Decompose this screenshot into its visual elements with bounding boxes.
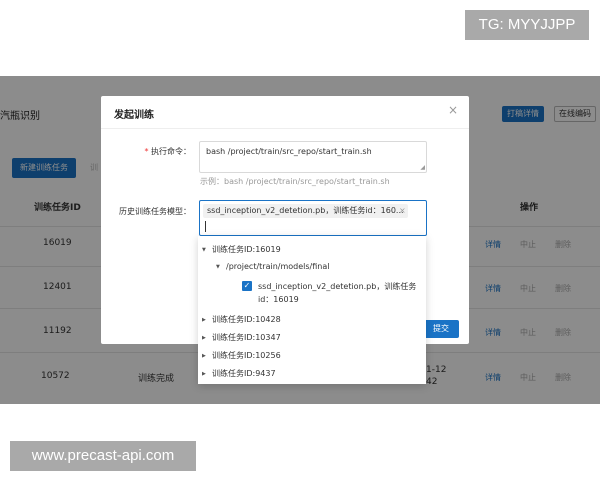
dialog-header-divider bbox=[101, 128, 469, 129]
tree-node-label: 训练任务ID:10256 bbox=[212, 351, 281, 360]
tree-leaf-label[interactable]: ssd_inception_v2_detetion.pb，训练任务id：1601… bbox=[258, 280, 418, 306]
tree-node-9437[interactable]: ▶ 训练任务ID:9437 bbox=[202, 368, 276, 379]
command-input-value: bash /project/train/src_repo/start_train… bbox=[206, 147, 372, 156]
tree-node-path[interactable]: ▼/project/train/models/final bbox=[216, 262, 329, 271]
dialog-title: 发起训练 bbox=[114, 110, 154, 121]
expanded-triangle-icon[interactable]: ▼ bbox=[202, 247, 212, 253]
tree-node-label: 训练任务ID:16019 bbox=[212, 245, 281, 254]
tree-node-label: 训练任务ID:9437 bbox=[212, 369, 276, 378]
tag-close-icon[interactable]: × bbox=[399, 204, 406, 218]
tree-node-label: 训练任务ID:10428 bbox=[212, 315, 281, 324]
command-label: * 执行命令： bbox=[101, 146, 191, 157]
selected-model-tag: ssd_inception_v2_detetion.pb，训练任务id：160.… bbox=[203, 204, 408, 218]
collapsed-triangle-icon[interactable]: ▶ bbox=[202, 335, 212, 341]
resize-handle-icon[interactable]: ◢ bbox=[420, 164, 425, 171]
watermark-bottom: www.precast-api.com bbox=[10, 441, 196, 471]
model-tree-dropdown: ▼ 训练任务ID:16019 ▼/project/train/models/fin… bbox=[198, 236, 426, 384]
tree-node-label: 训练任务ID:10347 bbox=[212, 333, 281, 342]
tree-node-10428[interactable]: ▶ 训练任务ID:10428 bbox=[202, 314, 281, 325]
command-input[interactable]: bash /project/train/src_repo/start_train… bbox=[199, 141, 427, 173]
required-mark: * bbox=[144, 147, 149, 156]
watermark-top: TG: MYYJJPP bbox=[465, 10, 589, 40]
checkbox-checked[interactable]: ✓ bbox=[242, 281, 252, 291]
close-icon[interactable]: × bbox=[448, 103, 458, 117]
history-model-select[interactable]: ssd_inception_v2_detetion.pb，训练任务id：160.… bbox=[199, 200, 427, 236]
submit-button[interactable]: 提交 bbox=[423, 320, 459, 338]
command-label-text: 执行命令： bbox=[151, 147, 191, 156]
collapsed-triangle-icon[interactable]: ▶ bbox=[202, 353, 212, 359]
tree-node-label: /project/train/models/final bbox=[226, 262, 330, 271]
tree-node-16019[interactable]: ▼ 训练任务ID:16019 bbox=[202, 244, 281, 255]
collapsed-triangle-icon[interactable]: ▶ bbox=[202, 371, 212, 377]
tree-node-10256[interactable]: ▶ 训练任务ID:10256 bbox=[202, 350, 281, 361]
app-screenshot: 汽瓶识别 打稿详情 在线编码 新建训练任务 训 训练任务ID 操作 16019 … bbox=[0, 76, 600, 404]
expanded-triangle-icon[interactable]: ▼ bbox=[216, 264, 226, 270]
text-cursor bbox=[205, 221, 206, 232]
command-example-hint: 示例：bash /project/train/src_repo/start_tr… bbox=[200, 177, 390, 186]
tree-node-10347[interactable]: ▶ 训练任务ID:10347 bbox=[202, 332, 281, 343]
history-model-label: 历史训练任务模型： bbox=[119, 207, 191, 216]
collapsed-triangle-icon[interactable]: ▶ bbox=[202, 317, 212, 323]
